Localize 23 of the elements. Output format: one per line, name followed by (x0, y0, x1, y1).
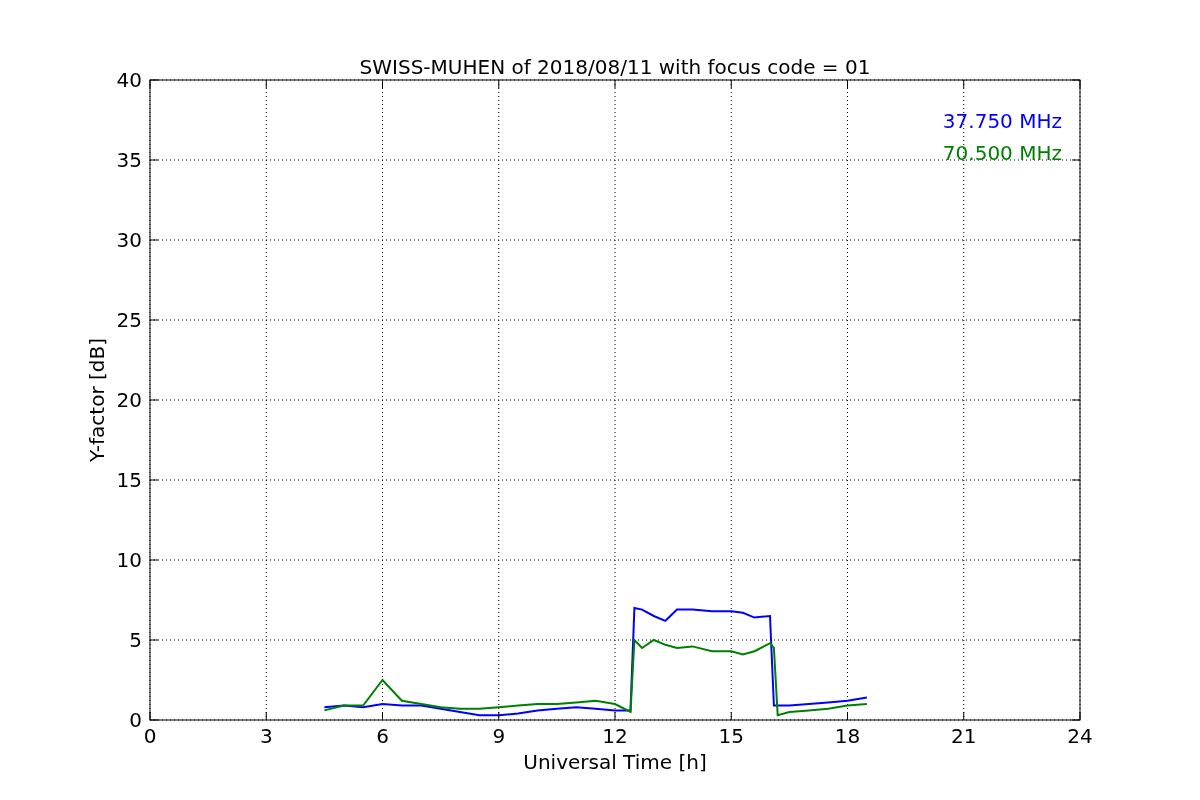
y-tick-label: 5 (129, 628, 142, 652)
x-tick-label: 0 (143, 724, 157, 748)
x-tick-label: 3 (259, 724, 273, 748)
x-tick-label: 18 (834, 724, 861, 748)
x-tick-label: 15 (718, 724, 744, 748)
y-tick-label: 40 (116, 68, 142, 92)
x-tick-label: 21 (951, 724, 977, 748)
y-tick-label: 15 (116, 468, 142, 492)
y-tick-label: 25 (116, 308, 142, 332)
legend-label: 70.500 MHz (942, 141, 1062, 165)
y-tick-label: 30 (116, 228, 142, 252)
x-tick-label: 12 (602, 724, 628, 748)
x-tick-label: 24 (1067, 724, 1093, 748)
y-tick-label: 35 (116, 148, 142, 172)
y-tick-label: 20 (116, 388, 142, 412)
x-tick-label: 9 (492, 724, 506, 748)
y-axis-label: Y-factor [dB] (85, 338, 109, 462)
y-tick-label: 10 (116, 548, 142, 572)
x-tick-label: 6 (376, 724, 389, 748)
chart-title: SWISS-MUHEN of 2018/08/11 with focus code = 01 (359, 55, 871, 79)
legend-label: 37.750 MHz (942, 109, 1062, 133)
y-tick-label: 0 (129, 708, 142, 732)
x-axis-label: Universal Time [h] (523, 750, 707, 774)
